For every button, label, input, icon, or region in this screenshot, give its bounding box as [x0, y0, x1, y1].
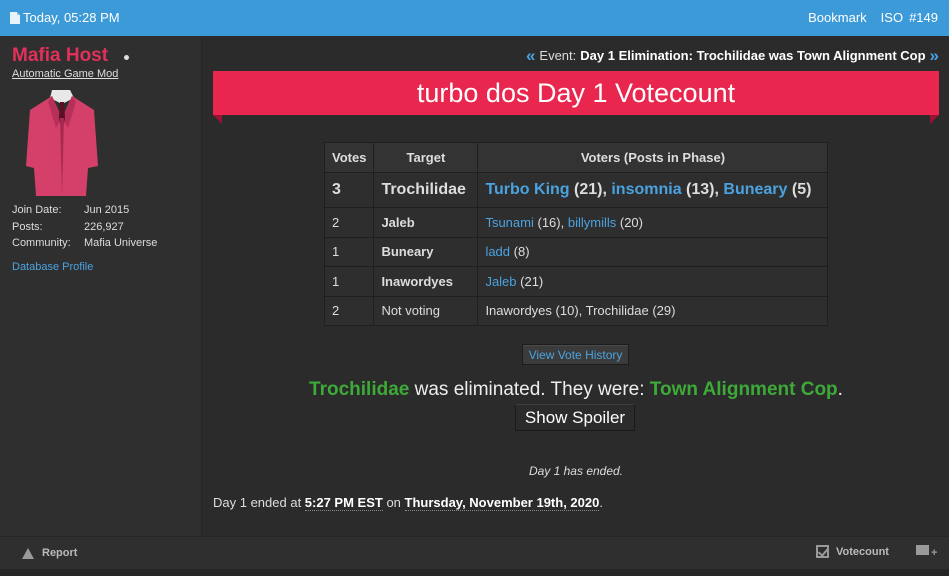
table-row: 1 Buneary ladd (8): [323, 236, 829, 267]
show-spoiler-button[interactable]: Show Spoiler: [515, 404, 635, 431]
post-footer: Report Votecount +: [0, 536, 949, 569]
post-date-label: Today, 05:28 PM: [23, 10, 120, 25]
posts-label: Posts:: [12, 220, 43, 233]
voter-posts: (8): [513, 244, 530, 260]
prev-event-icon[interactable]: «: [526, 47, 535, 64]
event-prefix: Event:: [539, 48, 577, 63]
voter-posts: (21): [574, 181, 603, 198]
event-line: « Event: Day 1 Elimination: Trochilidae …: [526, 47, 939, 64]
end-suffix: .: [599, 495, 603, 510]
votecount-button[interactable]: Votecount: [816, 545, 889, 558]
join-date-value: Jun 2015: [84, 204, 130, 216]
username-link[interactable]: Mafia Host: [12, 45, 108, 67]
avatar[interactable]: [22, 88, 102, 198]
voter-link[interactable]: ladd: [485, 244, 510, 259]
eliminated-role: Town Alignment Cop: [649, 379, 838, 400]
vote-table: Votes Target Voters (Posts in Phase) 3 T…: [323, 142, 829, 326]
report-label: Report: [42, 547, 78, 559]
posts-value: 226,927: [84, 220, 124, 233]
database-profile-link[interactable]: Database Profile: [12, 261, 93, 273]
voter-posts: (16): [537, 214, 561, 230]
votecount-banner: turbo dos Day 1 Votecount: [213, 71, 939, 115]
bookmark-link[interactable]: Bookmark: [808, 10, 867, 25]
votes-header: Votes: [323, 142, 375, 173]
vote-count: 2: [323, 295, 375, 326]
post-content: « Event: Day 1 Elimination: Trochilidae …: [203, 36, 949, 536]
target-header: Target: [373, 142, 479, 173]
join-date-label: Join Date:: [12, 204, 62, 216]
day-end-line: Day 1 ended at 5:27 PM EST on Thursday, …: [213, 495, 603, 511]
top-bar: Today, 05:28 PM Bookmark ISO #149: [0, 0, 949, 36]
voter-link[interactable]: Buneary: [723, 181, 787, 198]
banner-fold-right: [930, 115, 939, 124]
vote-count: 2: [323, 207, 375, 238]
user-sidebar: Mafia Host Automatic Game Mod Join Date:…: [0, 36, 202, 536]
table-row: 1 Inawordyes Jaleb (21): [323, 266, 829, 297]
event-link[interactable]: Day 1 Elimination: Trochilidae was Town …: [580, 48, 925, 63]
checkbox-icon: [816, 545, 829, 558]
report-button[interactable]: Report: [22, 547, 77, 559]
elimination-announcement: Trochilidae was eliminated. They were: T…: [203, 379, 949, 401]
voter-posts: (5): [791, 181, 812, 198]
voter-list: Inawordyes (10), Trochilidae (29): [477, 295, 829, 326]
quote-bubble-icon: [916, 545, 929, 555]
votecount-label: Votecount: [836, 545, 889, 558]
voter-list: Tsunami (16), billymills (20): [477, 207, 829, 238]
plus-icon: +: [931, 547, 938, 559]
table-row: 2 Jaleb Tsunami (16), billymills (20): [323, 207, 829, 238]
end-on: on: [382, 495, 405, 510]
voter-posts: (13): [686, 181, 715, 198]
table-header-row: Votes Target Voters (Posts in Phase): [323, 142, 829, 173]
voter-list: Turbo King (21), insomnia (13), Buneary …: [477, 172, 829, 208]
voter-posts: (21): [520, 273, 544, 289]
voter-link[interactable]: Jaleb: [485, 274, 516, 289]
post-number-link[interactable]: #149: [909, 10, 938, 25]
table-row: 3 Trochilidae Turbo King (21), insomnia …: [323, 172, 829, 208]
elimination-end: .: [837, 379, 843, 400]
vote-target: Buneary: [373, 236, 479, 267]
user-info: Join Date: Jun 2015 Posts: 226,927 Communi…: [12, 204, 157, 254]
view-vote-history-button[interactable]: View Vote History: [522, 344, 629, 365]
voter-posts: (20): [619, 214, 643, 230]
document-icon: [10, 11, 20, 24]
community-label: Community:: [12, 237, 71, 249]
vote-count: 1: [323, 266, 375, 297]
elimination-text: was eliminated. They were:: [409, 379, 650, 400]
vote-target: Trochilidae: [373, 172, 479, 208]
vote-target: Jaleb: [373, 207, 479, 238]
vote-target: Inawordyes: [373, 266, 479, 297]
voter-link[interactable]: Turbo King: [485, 181, 569, 198]
multi-quote-button[interactable]: +: [916, 545, 937, 559]
votecount-title: turbo dos Day 1 Votecount: [416, 77, 736, 108]
community-value: Mafia Universe: [84, 237, 158, 249]
bottom-strip: [0, 569, 949, 576]
iso-link[interactable]: ISO: [881, 10, 903, 25]
voter-link[interactable]: Tsunami: [485, 215, 533, 230]
voter-link[interactable]: insomnia: [611, 181, 681, 198]
next-event-icon[interactable]: »: [930, 47, 939, 64]
voter-link[interactable]: billymills: [568, 215, 616, 230]
warning-icon: [22, 547, 34, 559]
table-row: 2 Not voting Inawordyes (10), Trochilida…: [323, 295, 829, 326]
online-status-icon: [124, 55, 129, 60]
eliminated-player: Trochilidae: [309, 379, 410, 400]
phase-ended-text: Day 1 has ended.: [528, 464, 624, 478]
end-prefix: Day 1 ended at: [213, 495, 305, 510]
banner-fold-left: [213, 115, 222, 124]
vote-count: 3: [323, 172, 375, 208]
voter-list: Jaleb (21): [477, 266, 829, 297]
end-time: 5:27 PM EST: [304, 495, 383, 511]
post-date: Today, 05:28 PM: [10, 10, 120, 25]
end-date: Thursday, November 19th, 2020: [404, 495, 600, 511]
vote-count: 1: [323, 236, 375, 267]
voter-list: ladd (8): [477, 236, 829, 267]
vote-target: Not voting: [373, 295, 479, 326]
voters-header: Voters (Posts in Phase): [477, 142, 829, 173]
user-title-link[interactable]: Automatic Game Mod: [12, 68, 118, 80]
